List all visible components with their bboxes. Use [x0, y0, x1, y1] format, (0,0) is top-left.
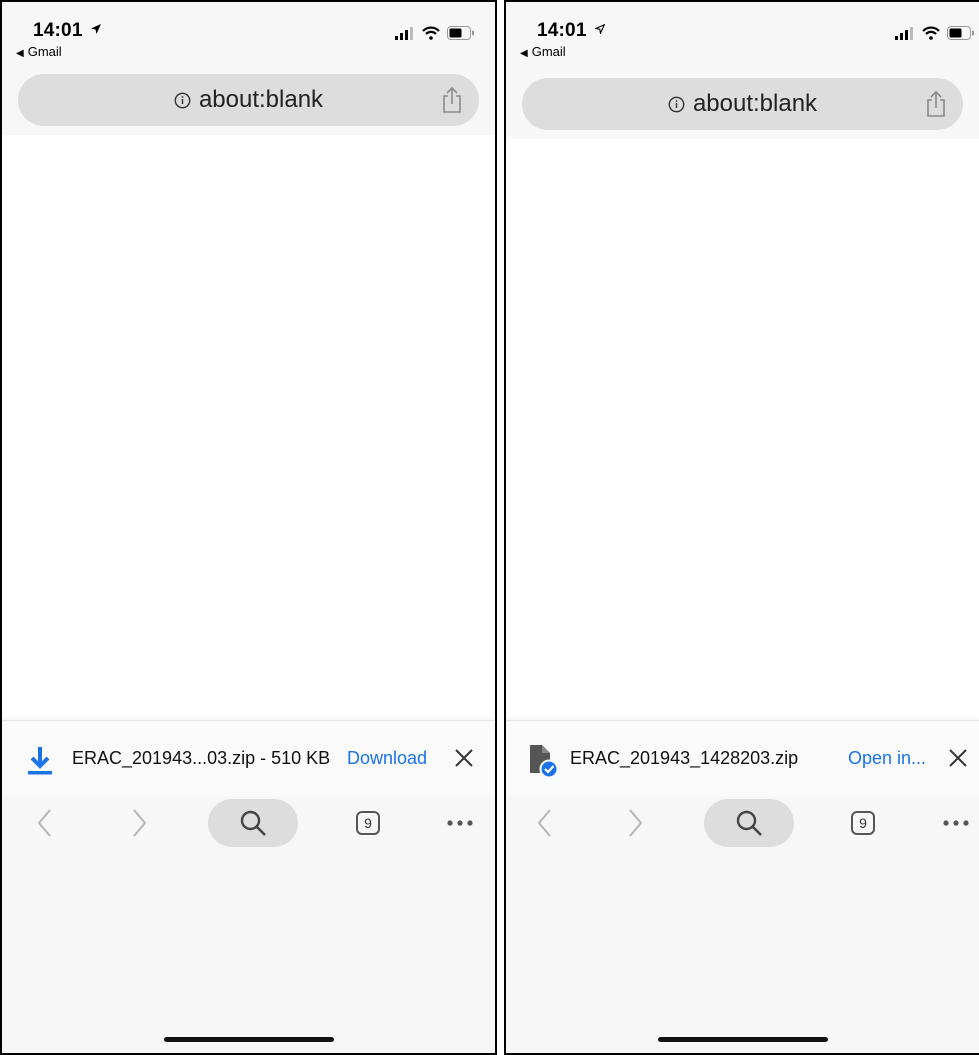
- status-time: 14:01: [537, 20, 606, 42]
- back-chevron-icon: [37, 809, 51, 837]
- wifi-icon: [922, 26, 940, 40]
- more-icon: [943, 820, 969, 826]
- browser-toolbar: 9: [2, 796, 495, 1053]
- signal-icon: [895, 26, 913, 40]
- download-bar: ERAC_201943...03.zip - 510 KB Download: [2, 720, 495, 797]
- download-bar: ERAC_201943_1428203.zip Open in...: [506, 720, 979, 797]
- browser-header: 14:01 ◀ Gmail about:blank: [2, 2, 495, 135]
- battery-icon: [947, 26, 974, 40]
- phone-screen-right: 14:01 ◀ Gmail about:blank ERAC_201943_14…: [504, 0, 979, 1055]
- back-triangle-icon: ◀: [520, 48, 528, 59]
- browser-toolbar: 9: [506, 796, 979, 1053]
- phone-screen-left: 14:01 ◀ Gmail about:blank ERAC_201943...…: [0, 0, 497, 1055]
- time-text: 14:01: [33, 20, 83, 41]
- download-file-label: ERAC_201943_1428203.zip: [570, 748, 799, 768]
- status-icons: [395, 26, 475, 40]
- url-text: about:blank: [692, 90, 818, 117]
- url-text: about:blank: [198, 86, 324, 113]
- tabs-button[interactable]: 9: [843, 796, 883, 850]
- back-app-label: Gmail: [27, 44, 62, 59]
- info-icon: [668, 96, 685, 112]
- home-indicator[interactable]: [657, 1037, 828, 1042]
- forward-chevron-icon: [133, 809, 147, 837]
- time-text: 14:01: [537, 20, 587, 41]
- browser-header: 14:01 ◀ Gmail about:blank: [506, 2, 979, 139]
- more-button[interactable]: [938, 796, 974, 850]
- tabs-icon: 9: [356, 811, 380, 835]
- back-to-app-link[interactable]: ◀ Gmail: [520, 44, 566, 59]
- close-icon[interactable]: [453, 747, 475, 769]
- url-bar[interactable]: about:blank: [18, 74, 479, 126]
- wifi-icon: [422, 26, 440, 40]
- download-arrow-icon: [28, 747, 52, 775]
- more-button[interactable]: [442, 796, 478, 850]
- download-file-label: ERAC_201943...03.zip - 510 KB: [72, 748, 331, 768]
- search-icon: [240, 810, 266, 836]
- search-icon: [736, 810, 762, 836]
- home-indicator[interactable]: [163, 1037, 334, 1042]
- forward-button[interactable]: [122, 796, 158, 850]
- url-bar[interactable]: about:blank: [522, 78, 963, 130]
- tabs-icon: 9: [851, 811, 875, 835]
- location-arrow-icon: [91, 24, 102, 34]
- tabs-button[interactable]: 9: [348, 796, 388, 850]
- forward-button[interactable]: [618, 796, 654, 850]
- search-button[interactable]: [704, 799, 794, 847]
- download-button[interactable]: Download: [347, 748, 427, 769]
- forward-chevron-icon: [629, 809, 643, 837]
- info-icon: [174, 92, 191, 108]
- battery-icon: [447, 26, 474, 40]
- back-to-app-link[interactable]: ◀ Gmail: [16, 44, 62, 59]
- back-button[interactable]: [26, 796, 62, 850]
- back-chevron-icon: [537, 809, 551, 837]
- open-in-button[interactable]: Open in...: [848, 748, 926, 769]
- status-time: 14:01: [33, 20, 102, 42]
- tab-count: 9: [859, 815, 867, 831]
- status-icons: [895, 26, 975, 40]
- file-done-icon: [530, 745, 559, 779]
- more-icon: [447, 820, 473, 826]
- back-app-label: Gmail: [531, 44, 566, 59]
- back-triangle-icon: ◀: [16, 48, 24, 59]
- share-icon[interactable]: [925, 90, 947, 118]
- close-icon[interactable]: [947, 747, 969, 769]
- tab-count: 9: [364, 815, 372, 831]
- share-icon[interactable]: [441, 86, 463, 114]
- signal-icon: [395, 26, 413, 40]
- back-button[interactable]: [526, 796, 562, 850]
- location-arrow-icon: [595, 24, 606, 34]
- search-button[interactable]: [208, 799, 298, 847]
